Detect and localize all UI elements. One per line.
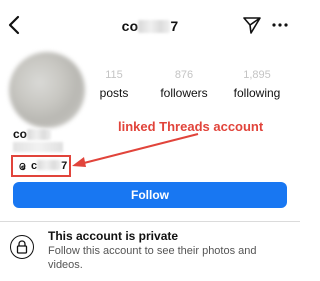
threads-link-badge[interactable]: c7 bbox=[11, 155, 71, 177]
redacted-text bbox=[27, 129, 52, 140]
follow-button[interactable]: Follow bbox=[13, 182, 287, 208]
username-suffix: 7 bbox=[170, 18, 179, 34]
paper-plane-icon[interactable] bbox=[242, 15, 262, 35]
threads-at-icon bbox=[19, 162, 26, 170]
profile-name: co bbox=[13, 127, 52, 141]
threads-handle-suffix: 7 bbox=[61, 160, 68, 172]
stat-value: 876 bbox=[174, 69, 194, 81]
private-title: This account is private bbox=[48, 229, 179, 243]
annotation-arrow bbox=[72, 133, 199, 167]
threads-handle: c7 bbox=[31, 160, 67, 172]
stat-followers[interactable]: 876 followers bbox=[152, 69, 216, 101]
redacted-text bbox=[138, 20, 171, 33]
redacted-text bbox=[37, 160, 62, 170]
name-prefix: co bbox=[13, 127, 28, 141]
username-prefix: co bbox=[121, 18, 139, 34]
stat-following[interactable]: 1,895 following bbox=[226, 69, 288, 101]
top-bar: co 7 bbox=[0, 0, 300, 52]
divider bbox=[0, 221, 300, 222]
lock-icon bbox=[10, 235, 34, 259]
stat-value: 1,895 bbox=[243, 69, 271, 81]
stat-value: 115 bbox=[105, 69, 123, 81]
avatar[interactable] bbox=[9, 52, 85, 128]
stat-label: followers bbox=[160, 86, 208, 100]
profile-screen: co 7 115 posts 876 followers 1,895 follow… bbox=[0, 0, 300, 281]
stat-posts[interactable]: 115 posts bbox=[94, 69, 134, 101]
stat-label: following bbox=[233, 86, 281, 100]
more-horizontal-icon[interactable] bbox=[270, 17, 290, 33]
private-description: Follow this account to see their photos … bbox=[48, 245, 257, 271]
redacted-bio bbox=[13, 142, 63, 152]
stat-label: posts bbox=[99, 86, 129, 100]
